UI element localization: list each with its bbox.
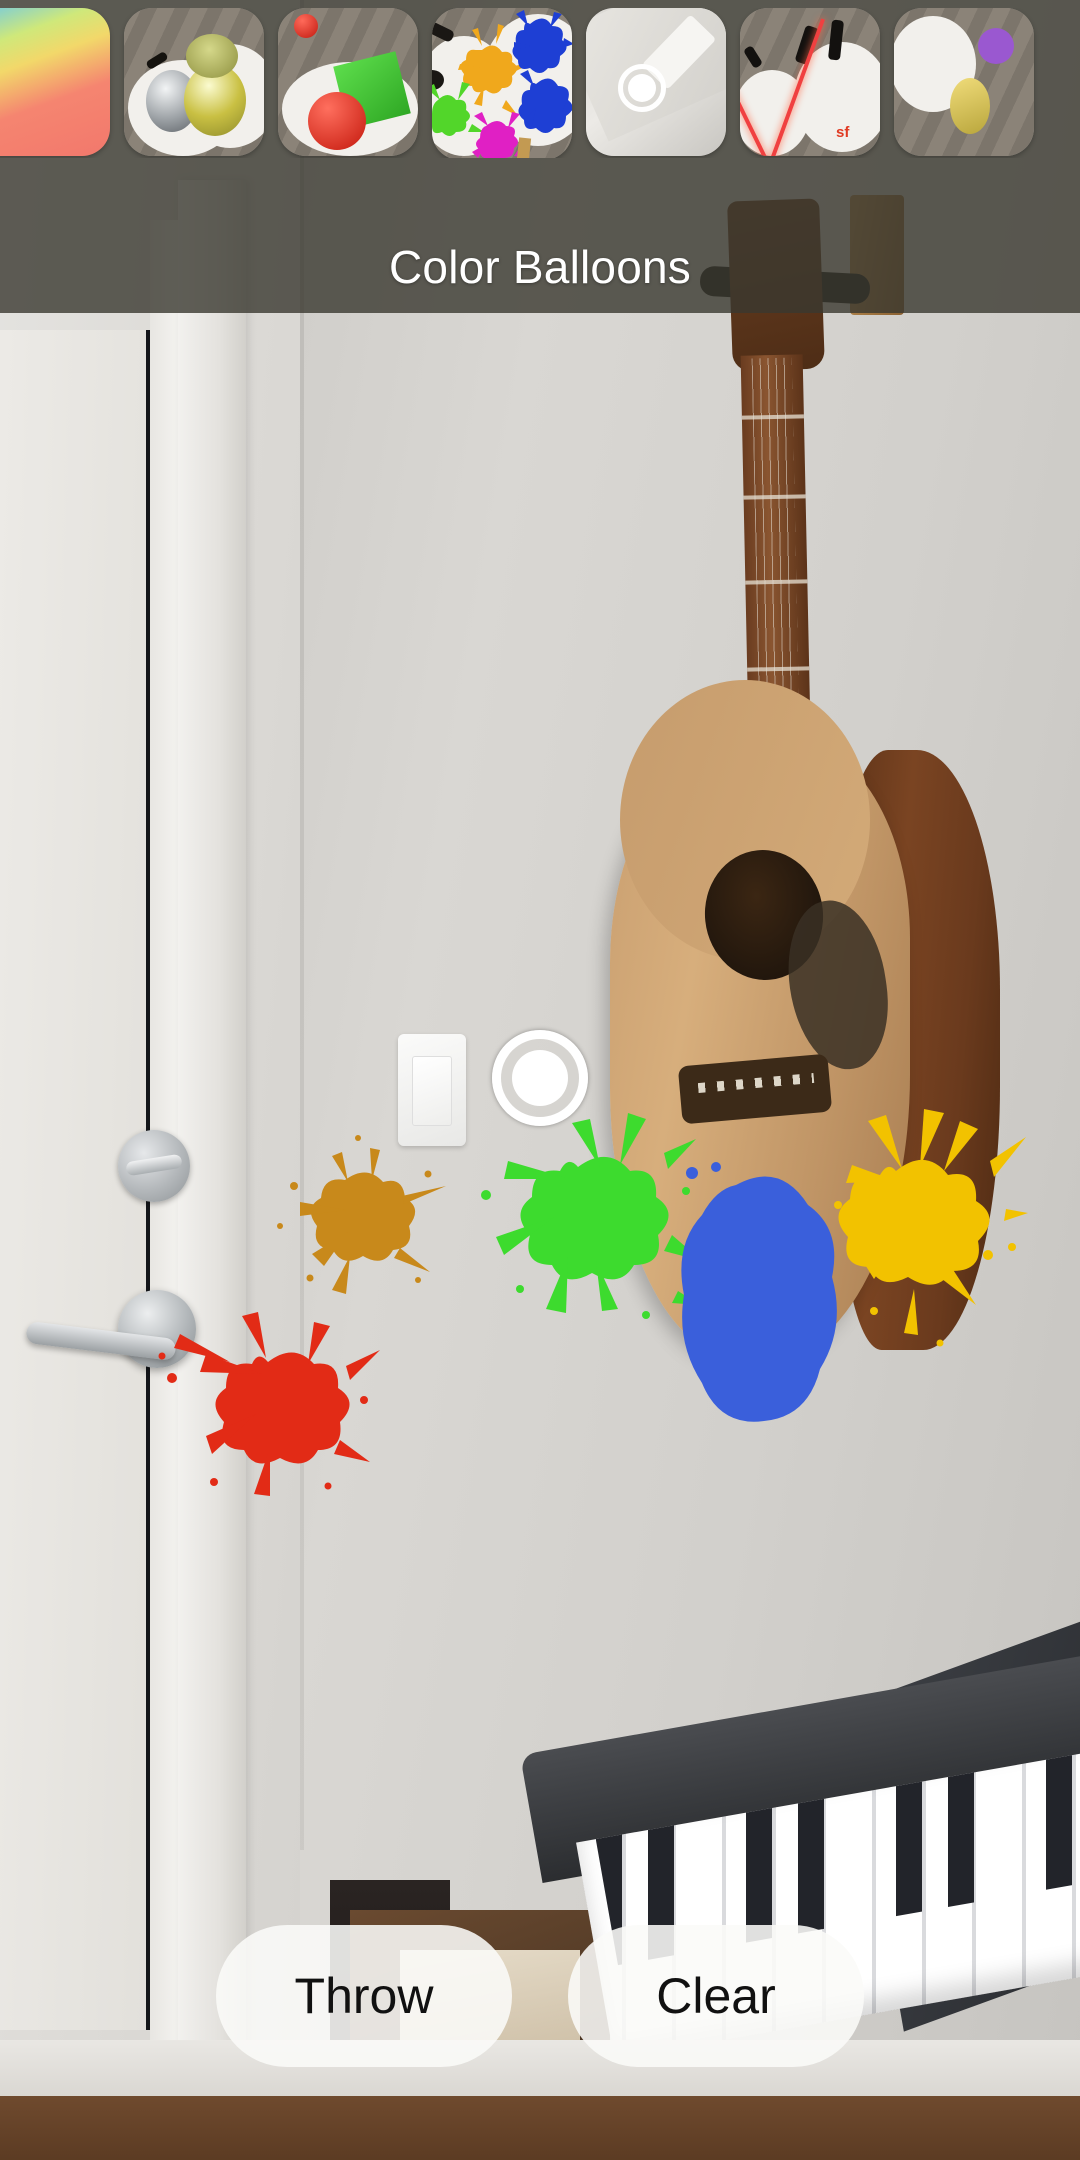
thumbnail-red-laser[interactable]: sf — [740, 8, 880, 156]
thumbnail-red-ball-green-cube[interactable] — [278, 8, 418, 156]
light-switch-plate — [398, 1034, 466, 1146]
control-button-row: Throw Clear — [0, 1925, 1080, 2115]
throw-button[interactable]: Throw — [216, 1925, 512, 2067]
thumbnail-more-scene[interactable] — [894, 8, 1034, 156]
page-title: Color Balloons — [389, 241, 691, 293]
thumbnail-gradient-swatch[interactable] — [0, 8, 110, 156]
light-switch-rocker — [412, 1056, 452, 1126]
clear-button[interactable]: Clear — [568, 1925, 864, 2067]
door-deadbolt-icon — [118, 1130, 190, 1202]
placement-reticle-icon[interactable] — [492, 1030, 588, 1126]
preset-thumbnail-strip[interactable]: sf — [0, 8, 1050, 158]
ar-app-root: sf Color Balloons Throw Clear — [0, 0, 1080, 2160]
top-overlay-bar: sf Color Balloons — [0, 0, 1080, 313]
acoustic-guitar-body — [610, 680, 1000, 1360]
thumbnail-placement-reticle[interactable] — [586, 8, 726, 156]
thumbnail-metal-gold-balls[interactable] — [124, 8, 264, 156]
thumbnail-color-balloons[interactable] — [432, 8, 572, 158]
door-trim — [178, 180, 246, 2080]
